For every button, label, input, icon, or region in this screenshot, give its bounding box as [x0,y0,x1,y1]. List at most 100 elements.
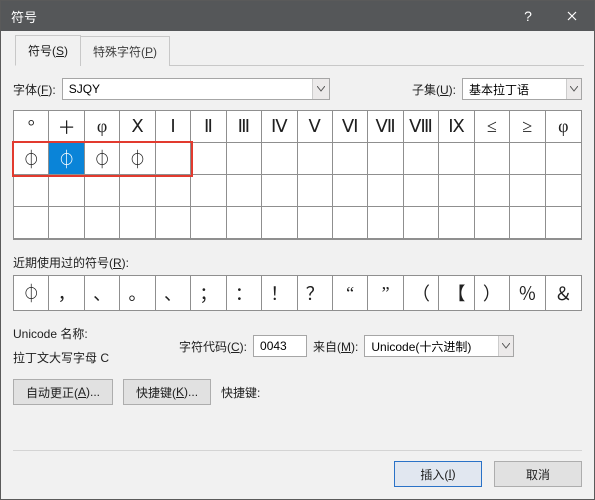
symbol-cell[interactable]: ⏀ [85,143,120,175]
symbol-cell[interactable] [298,207,333,239]
symbol-cell[interactable] [439,207,474,239]
symbol-cell[interactable] [49,207,84,239]
subset-combo-caret[interactable] [566,79,581,99]
symbol-cell[interactable] [191,207,226,239]
symbol-cell[interactable] [333,143,368,175]
symbol-cell[interactable]: φ [546,111,581,143]
from-input[interactable] [365,336,497,356]
symbol-cell[interactable]: ＋ [49,111,84,143]
recent-symbol-cell[interactable]: 、 [85,276,120,310]
recent-symbol-cell[interactable]: ？ [298,276,333,310]
symbol-cell[interactable] [475,175,510,207]
symbol-cell[interactable] [475,143,510,175]
symbol-cell[interactable] [227,143,262,175]
symbol-cell[interactable] [475,207,510,239]
cancel-button[interactable]: 取消 [494,461,582,487]
recent-symbol-cell[interactable]: 【 [439,276,474,310]
symbol-cell[interactable]: Ⅳ [262,111,297,143]
recent-symbol-grid[interactable]: ⏀，、。、；：！？“”（【）％＆ [13,275,582,311]
symbol-cell[interactable]: Ⅸ [439,111,474,143]
recent-symbol-cell[interactable]: 、 [156,276,191,310]
close-button[interactable] [550,1,594,31]
shortcut-button[interactable]: 快捷键(K)... [123,379,211,405]
recent-symbol-cell[interactable]: ！ [262,276,297,310]
recent-symbol-cell[interactable]: 。 [120,276,155,310]
symbol-cell[interactable] [156,207,191,239]
symbol-cell[interactable]: ° [14,111,49,143]
symbol-cell[interactable] [262,207,297,239]
symbol-cell[interactable] [227,207,262,239]
help-button[interactable]: ? [506,1,550,31]
symbol-cell[interactable] [404,143,439,175]
autocorrect-button[interactable]: 自动更正(A)... [13,379,113,405]
symbol-cell[interactable] [439,143,474,175]
from-combo-caret[interactable] [498,336,514,356]
symbol-grid[interactable]: °＋φⅩⅠⅡⅢⅣⅤⅥⅦⅧⅨ≤≥φ⏀⏀⏀⏀ [14,111,581,239]
symbol-cell[interactable]: ⏀ [14,143,49,175]
symbol-cell[interactable] [298,143,333,175]
symbol-cell[interactable] [510,143,545,175]
symbol-cell[interactable]: ≤ [475,111,510,143]
symbol-cell[interactable]: Ⅱ [191,111,226,143]
symbol-cell[interactable] [262,175,297,207]
symbol-cell[interactable] [156,175,191,207]
char-code-input[interactable] [253,335,307,357]
symbol-cell[interactable] [14,175,49,207]
tab-special-characters[interactable]: 特殊字符(P) [80,36,170,66]
recent-symbol-cell[interactable]: （ [404,276,439,310]
symbol-cell[interactable] [546,143,581,175]
symbol-cell[interactable]: Ⅴ [298,111,333,143]
symbol-cell[interactable] [368,207,403,239]
symbol-cell[interactable] [333,207,368,239]
symbol-cell[interactable] [298,175,333,207]
symbol-cell[interactable] [120,175,155,207]
font-input[interactable] [63,79,312,99]
tab-symbols[interactable]: 符号(S) [15,35,81,66]
symbol-cell[interactable]: Ⅵ [333,111,368,143]
font-combo[interactable] [62,78,330,100]
symbol-cell[interactable]: φ [85,111,120,143]
symbol-cell[interactable] [546,175,581,207]
from-combo[interactable] [364,335,514,357]
symbol-cell[interactable] [85,207,120,239]
subset-combo[interactable] [462,78,582,100]
symbol-cell[interactable] [439,175,474,207]
recent-symbol-cell[interactable]: “ [333,276,368,310]
symbol-cell[interactable] [14,207,49,239]
symbol-cell[interactable]: Ⅰ [156,111,191,143]
symbol-cell[interactable] [510,207,545,239]
symbol-cell[interactable] [404,175,439,207]
symbol-cell[interactable] [120,207,155,239]
recent-symbol-cell[interactable]: ” [368,276,403,310]
subset-input[interactable] [463,79,566,99]
symbol-cell[interactable] [546,207,581,239]
symbol-cell[interactable] [368,143,403,175]
symbol-cell[interactable]: ⏀ [49,143,84,175]
symbol-cell[interactable]: Ⅷ [404,111,439,143]
symbol-cell[interactable] [404,207,439,239]
symbol-cell[interactable] [227,175,262,207]
symbol-cell[interactable] [510,175,545,207]
symbol-cell[interactable] [368,175,403,207]
symbol-cell[interactable] [262,143,297,175]
recent-symbol-cell[interactable]: ％ [510,276,545,310]
symbol-cell[interactable]: Ⅶ [368,111,403,143]
recent-symbol-cell[interactable]: ； [191,276,226,310]
symbol-cell[interactable] [333,175,368,207]
symbol-cell[interactable] [191,143,226,175]
recent-symbol-cell[interactable]: ， [49,276,84,310]
insert-button[interactable]: 插入(I) [394,461,482,487]
recent-symbol-cell[interactable]: ） [475,276,510,310]
symbol-cell[interactable] [191,175,226,207]
font-combo-caret[interactable] [312,79,329,99]
symbol-cell[interactable] [85,175,120,207]
symbol-cell[interactable]: ≥ [510,111,545,143]
symbol-cell[interactable]: Ⅹ [120,111,155,143]
symbol-cell[interactable]: ⏀ [120,143,155,175]
recent-symbol-cell[interactable]: ⏀ [14,276,49,310]
recent-symbol-cell[interactable]: ： [227,276,262,310]
recent-symbol-cell[interactable]: ＆ [546,276,581,310]
symbol-cell[interactable] [156,143,191,175]
symbol-cell[interactable] [49,175,84,207]
symbol-cell[interactable]: Ⅲ [227,111,262,143]
